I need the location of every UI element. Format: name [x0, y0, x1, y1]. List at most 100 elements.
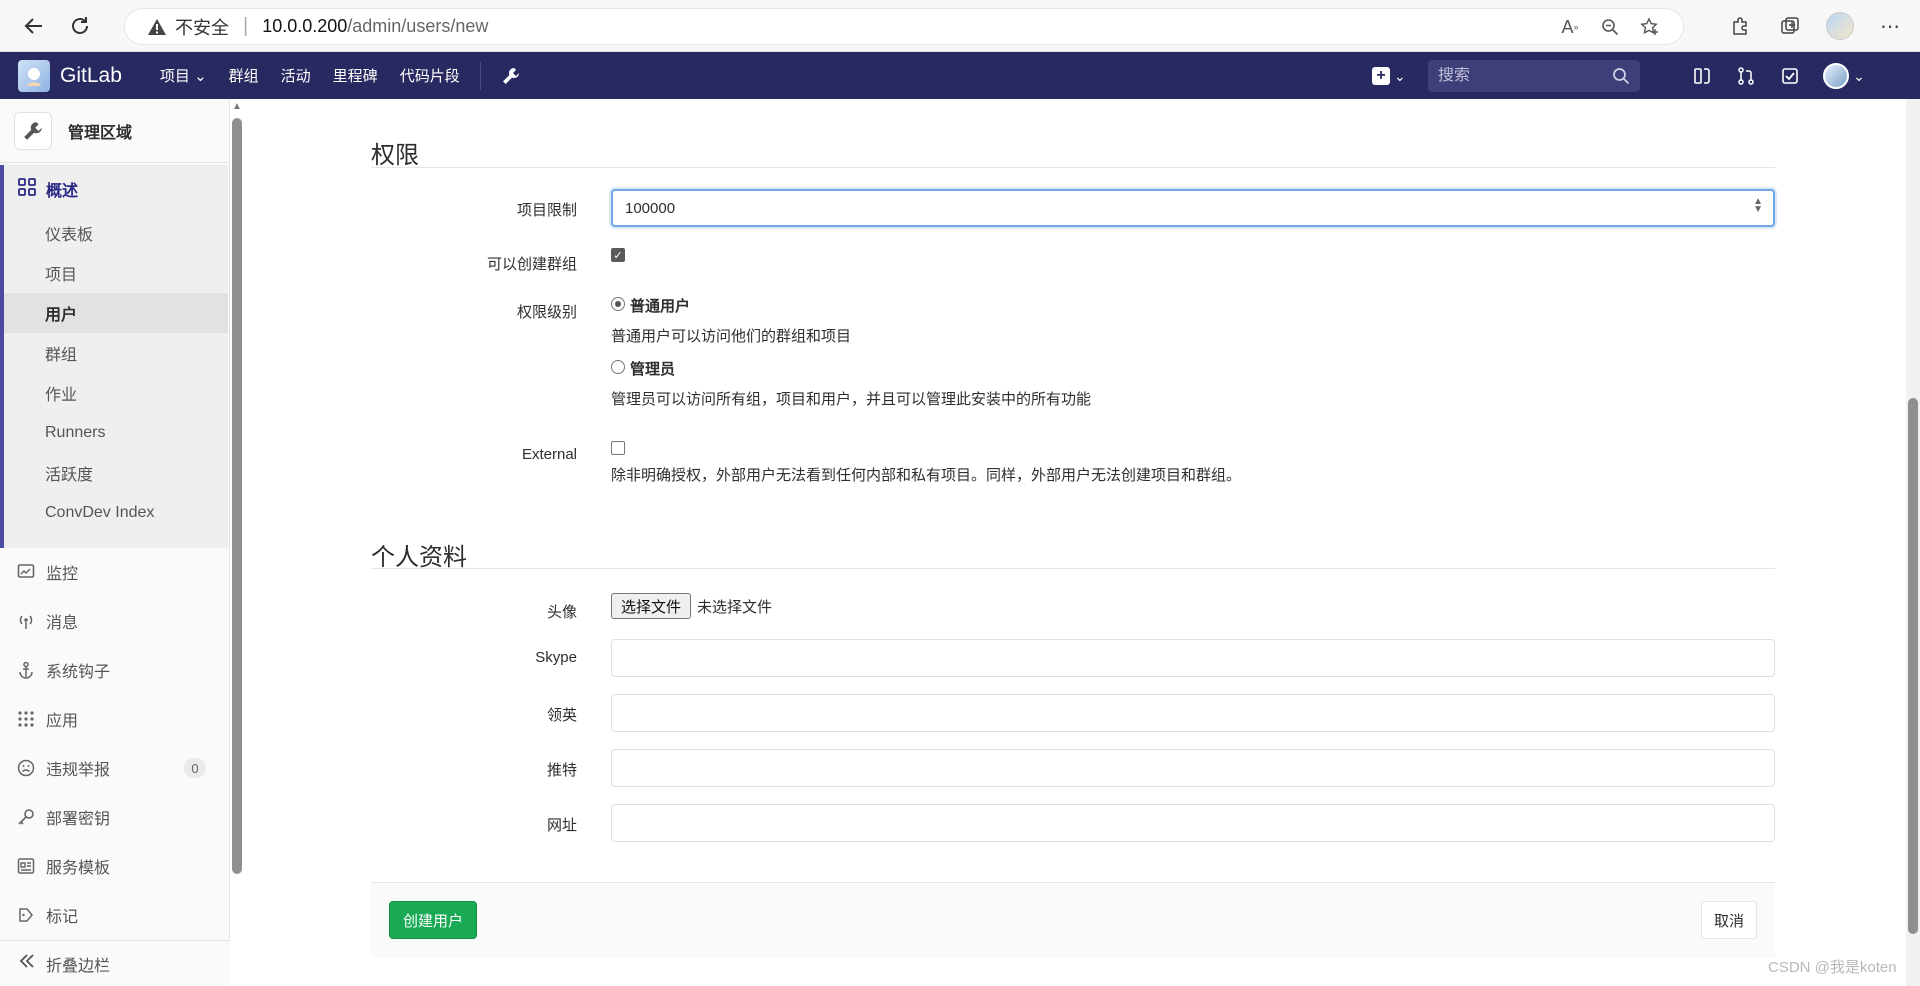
can-create-group-label: 可以创建群组 [486, 256, 577, 273]
back-button[interactable] [14, 6, 54, 46]
profile-title: 个人资料 [371, 544, 467, 571]
sidebar-item-convdev-index[interactable]: ConvDev Index [4, 493, 228, 533]
extensions-icon[interactable] [1720, 6, 1760, 46]
sidebar-item-projects[interactable]: 项目 [4, 253, 228, 293]
collections-icon[interactable] [1770, 6, 1810, 46]
sidebar-item-runners[interactable]: Runners [4, 413, 228, 453]
page-scrollbar-thumb[interactable] [1908, 398, 1918, 934]
monitor-icon [16, 562, 36, 582]
sidebar-item-label: 部署密钥 [46, 811, 111, 828]
regular-user-radio[interactable] [611, 297, 625, 311]
sidebar-item-overview[interactable]: 概述 [4, 165, 228, 213]
twitter-input[interactable] [611, 749, 1775, 787]
read-aloud-icon[interactable]: A» [1557, 14, 1583, 40]
sidebar-item-messages[interactable]: 消息 [0, 601, 228, 641]
zoom-out-icon[interactable] [1597, 14, 1623, 40]
chevron-down-icon: ⌄ [1394, 67, 1406, 84]
sidebar-item-label: 系统钩子 [46, 664, 111, 681]
gitlab-logo[interactable] [18, 59, 50, 92]
sidebar-item-label: 违规举报 [46, 762, 111, 779]
sidebar-item-labels[interactable]: 标记 [0, 895, 228, 935]
sidebar-overview-section: 概述 仪表板 项目 用户 群组 作业 Runners 活跃度 ConvDev I… [0, 165, 228, 548]
wrench-icon [14, 111, 52, 150]
todos-icon[interactable] [1778, 64, 1802, 88]
nav-snippets[interactable]: 代码片段 [400, 65, 460, 86]
sidebar-title: 管理区域 [68, 124, 133, 142]
sidebar-item-label: 服务模板 [46, 860, 111, 877]
favorite-add-icon[interactable] [1637, 14, 1663, 40]
reload-icon [72, 16, 88, 34]
number-spinner-icon[interactable]: ▲ ▼ [1753, 197, 1763, 215]
collapse-sidebar-button[interactable]: 折叠边栏 [0, 940, 230, 986]
sidebar-item-label: 监控 [46, 566, 79, 583]
choose-file-button[interactable]: 选择文件 [611, 593, 691, 619]
warning-icon [147, 17, 167, 37]
external-checkbox[interactable] [611, 441, 625, 455]
sidebar-item-applications[interactable]: 应用 [0, 699, 228, 739]
plus-icon: + [1372, 67, 1390, 85]
skype-input[interactable] [611, 639, 1775, 677]
sidebar-item-groups[interactable]: 群组 [4, 333, 228, 373]
sidebar-scrollbar[interactable] [232, 118, 242, 874]
search-input[interactable] [1438, 67, 1598, 85]
regular-user-title: 普通用户 [630, 298, 691, 315]
merge-requests-icon[interactable] [1734, 64, 1758, 88]
nav-divider [479, 61, 481, 90]
sidebar-item-activity[interactable]: 活跃度 [4, 453, 228, 493]
count-badge: 0 [184, 758, 206, 778]
projects-limit-input[interactable] [611, 189, 1775, 227]
sidebar-item-deploy-keys[interactable]: 部署密钥 [0, 797, 228, 837]
chevron-down-icon: ⌄ [194, 68, 207, 85]
grid-icon [18, 177, 36, 201]
sidebar-scroll-up-arrow[interactable]: ▲ [232, 101, 242, 112]
new-dropdown-button[interactable]: + ⌄ [1372, 62, 1412, 90]
sidebar-item-service-templates[interactable]: 服务模板 [0, 846, 228, 886]
linkedin-input[interactable] [611, 694, 1775, 732]
linkedin-label: 领英 [546, 707, 577, 724]
issues-icon[interactable] [1690, 64, 1714, 88]
sidebar-item-abuse-reports[interactable]: 违规举报 0 [0, 748, 228, 788]
can-create-group-checkbox[interactable]: ✓ [611, 248, 625, 262]
brand-name[interactable]: GitLab [60, 64, 122, 88]
sidebar-item-system-hooks[interactable]: 系统钩子 [0, 650, 228, 690]
search-field[interactable] [1428, 60, 1640, 92]
arrow-left-icon [24, 17, 42, 34]
url-path: /admin/users/new [347, 16, 489, 36]
nav-projects[interactable]: 项目 ⌄ [160, 65, 207, 86]
user-menu[interactable]: ⌄ [1822, 63, 1866, 89]
address-separator: | [243, 15, 249, 37]
sidebar-item-label: 消息 [46, 615, 79, 632]
broadcast-icon [16, 611, 36, 631]
external-label: External [521, 446, 577, 463]
browser-toolbar: 不安全 | 10.0.0.200/admin/users/new A» ⋯ [0, 0, 1920, 52]
browser-profile-button[interactable] [1820, 6, 1860, 46]
address-bar[interactable]: 不安全 | 10.0.0.200/admin/users/new A» [124, 8, 1684, 45]
cancel-button[interactable]: 取消 [1701, 901, 1757, 939]
sidebar-item-label: 应用 [46, 713, 79, 730]
nav-milestones[interactable]: 里程碑 [333, 65, 378, 86]
gitlab-navbar: GitLab 项目 ⌄ 群组 活动 里程碑 代码片段 + ⌄ ⌄ [0, 52, 1920, 99]
website-input[interactable] [611, 804, 1775, 842]
watermark-text: CSDN @我是koten [1768, 959, 1897, 976]
sidebar-item-label: 概述 [46, 183, 79, 200]
nav-groups[interactable]: 群组 [229, 65, 259, 86]
apps-icon [16, 709, 36, 729]
sidebar-item-users[interactable]: 用户 [4, 293, 228, 333]
nav-activity[interactable]: 活动 [281, 65, 311, 86]
section-divider [371, 167, 1775, 168]
sidebar-item-dashboard[interactable]: 仪表板 [4, 213, 228, 253]
more-menu-icon[interactable]: ⋯ [1870, 6, 1910, 46]
sidebar-item-jobs[interactable]: 作业 [4, 373, 228, 413]
admin-radio[interactable] [611, 360, 625, 374]
sidebar-item-monitoring[interactable]: 监控 [0, 552, 228, 592]
user-avatar [1823, 63, 1850, 89]
access-level-label: 权限级别 [516, 304, 577, 321]
no-file-text: 未选择文件 [697, 599, 773, 616]
sidebar-header[interactable]: 管理区域 [0, 99, 229, 163]
profile-avatar [1826, 12, 1854, 40]
reload-button[interactable] [60, 6, 100, 46]
twitter-label: 推特 [546, 762, 577, 779]
create-user-button[interactable]: 创建用户 [389, 901, 477, 939]
admin-wrench-icon[interactable] [499, 64, 523, 88]
admin-title: 管理员 [630, 361, 676, 378]
